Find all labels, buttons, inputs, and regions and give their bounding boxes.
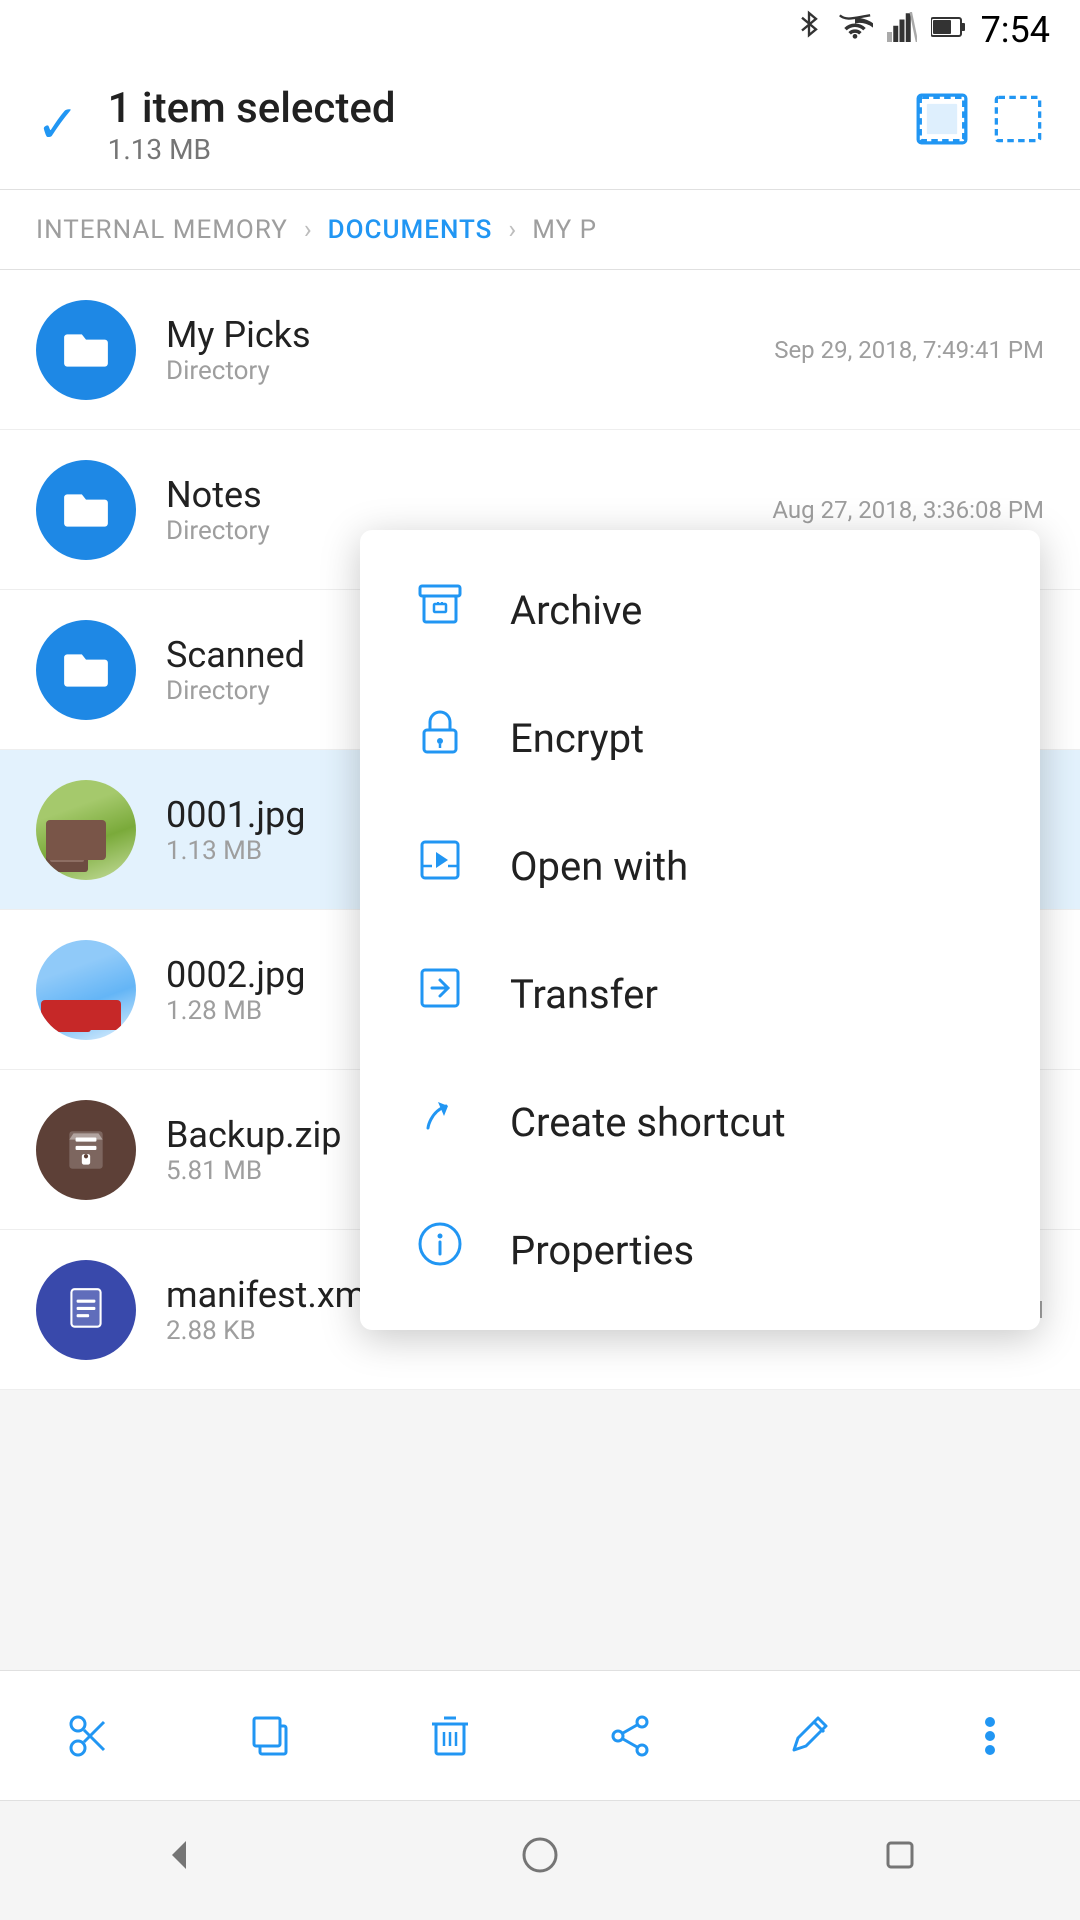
delete-button[interactable] [410,1696,490,1776]
breadcrumb: INTERNAL MEMORY › DOCUMENTS › MY P [0,190,1080,270]
time-display: 7:54 [981,9,1050,51]
back-button[interactable] [158,1833,202,1888]
menu-item-create-shortcut[interactable]: Create shortcut [360,1058,1040,1186]
bluetooth-icon [795,9,823,52]
breadcrumb-my-p[interactable]: MY P [532,215,597,245]
folder-avatar [36,460,136,560]
menu-label-open-with: Open with [510,843,688,890]
menu-label-properties: Properties [510,1227,694,1274]
menu-label-encrypt: Encrypt [510,715,644,762]
context-menu: Archive Encrypt Open with [360,530,1040,1330]
status-bar: 7:54 [0,0,1080,60]
menu-item-open-with[interactable]: Open with [360,802,1040,930]
menu-item-archive[interactable]: Archive [360,546,1040,674]
breadcrumb-documents[interactable]: DOCUMENTS [328,215,493,245]
deselect-button[interactable] [992,93,1044,156]
selection-info: 1 item selected 1.13 MB [108,84,916,166]
file-type: Directory [166,356,774,386]
top-actions [916,93,1044,156]
more-button[interactable] [950,1696,1030,1776]
menu-label-archive: Archive [510,587,642,634]
nav-bar [0,1800,1080,1920]
share-button[interactable] [590,1696,670,1776]
selection-count: 1 item selected [108,84,916,133]
menu-item-properties[interactable]: Properties [360,1186,1040,1314]
status-icons: 7:54 [795,9,1050,52]
recents-button[interactable] [878,1833,922,1888]
info-icon [410,1220,470,1280]
file-date: Sep 29, 2018, 7:49:41 PM [774,336,1044,364]
wifi-icon [837,13,873,48]
file-name: Notes [166,474,772,516]
menu-item-transfer[interactable]: Transfer [360,930,1040,1058]
doc-avatar [36,1260,136,1360]
select-all-button[interactable] [916,93,968,156]
archive-avatar [36,1100,136,1200]
breadcrumb-internal-memory[interactable]: INTERNAL MEMORY [36,215,288,245]
file-name: My Picks [166,314,774,356]
folder-avatar [36,300,136,400]
menu-label-transfer: Transfer [510,971,658,1018]
rename-button[interactable] [770,1696,850,1776]
breadcrumb-sep-1: › [304,215,312,245]
copy-button[interactable] [230,1696,310,1776]
home-button[interactable] [518,1833,562,1888]
image-thumbnail [36,780,136,880]
breadcrumb-sep-2: › [508,215,516,245]
list-item[interactable]: My Picks Directory Sep 29, 2018, 7:49:41… [0,270,1080,430]
battery-icon [931,13,967,48]
selection-size: 1.13 MB [108,133,916,166]
menu-label-create-shortcut: Create shortcut [510,1099,786,1146]
check-icon: ✓ [36,94,80,155]
cut-button[interactable] [50,1696,130,1776]
archive-icon [410,580,470,640]
image-thumbnail [36,940,136,1040]
file-info: My Picks Directory [166,314,774,386]
top-bar: ✓ 1 item selected 1.13 MB [0,60,1080,190]
open-with-icon [410,836,470,896]
signal-icon [887,12,917,49]
menu-item-encrypt[interactable]: Encrypt [360,674,1040,802]
file-date: Aug 27, 2018, 3:36:08 PM [772,496,1044,524]
shortcut-icon [410,1092,470,1152]
folder-avatar [36,620,136,720]
transfer-icon [410,964,470,1024]
lock-icon [410,708,470,768]
bottom-toolbar [0,1670,1080,1800]
